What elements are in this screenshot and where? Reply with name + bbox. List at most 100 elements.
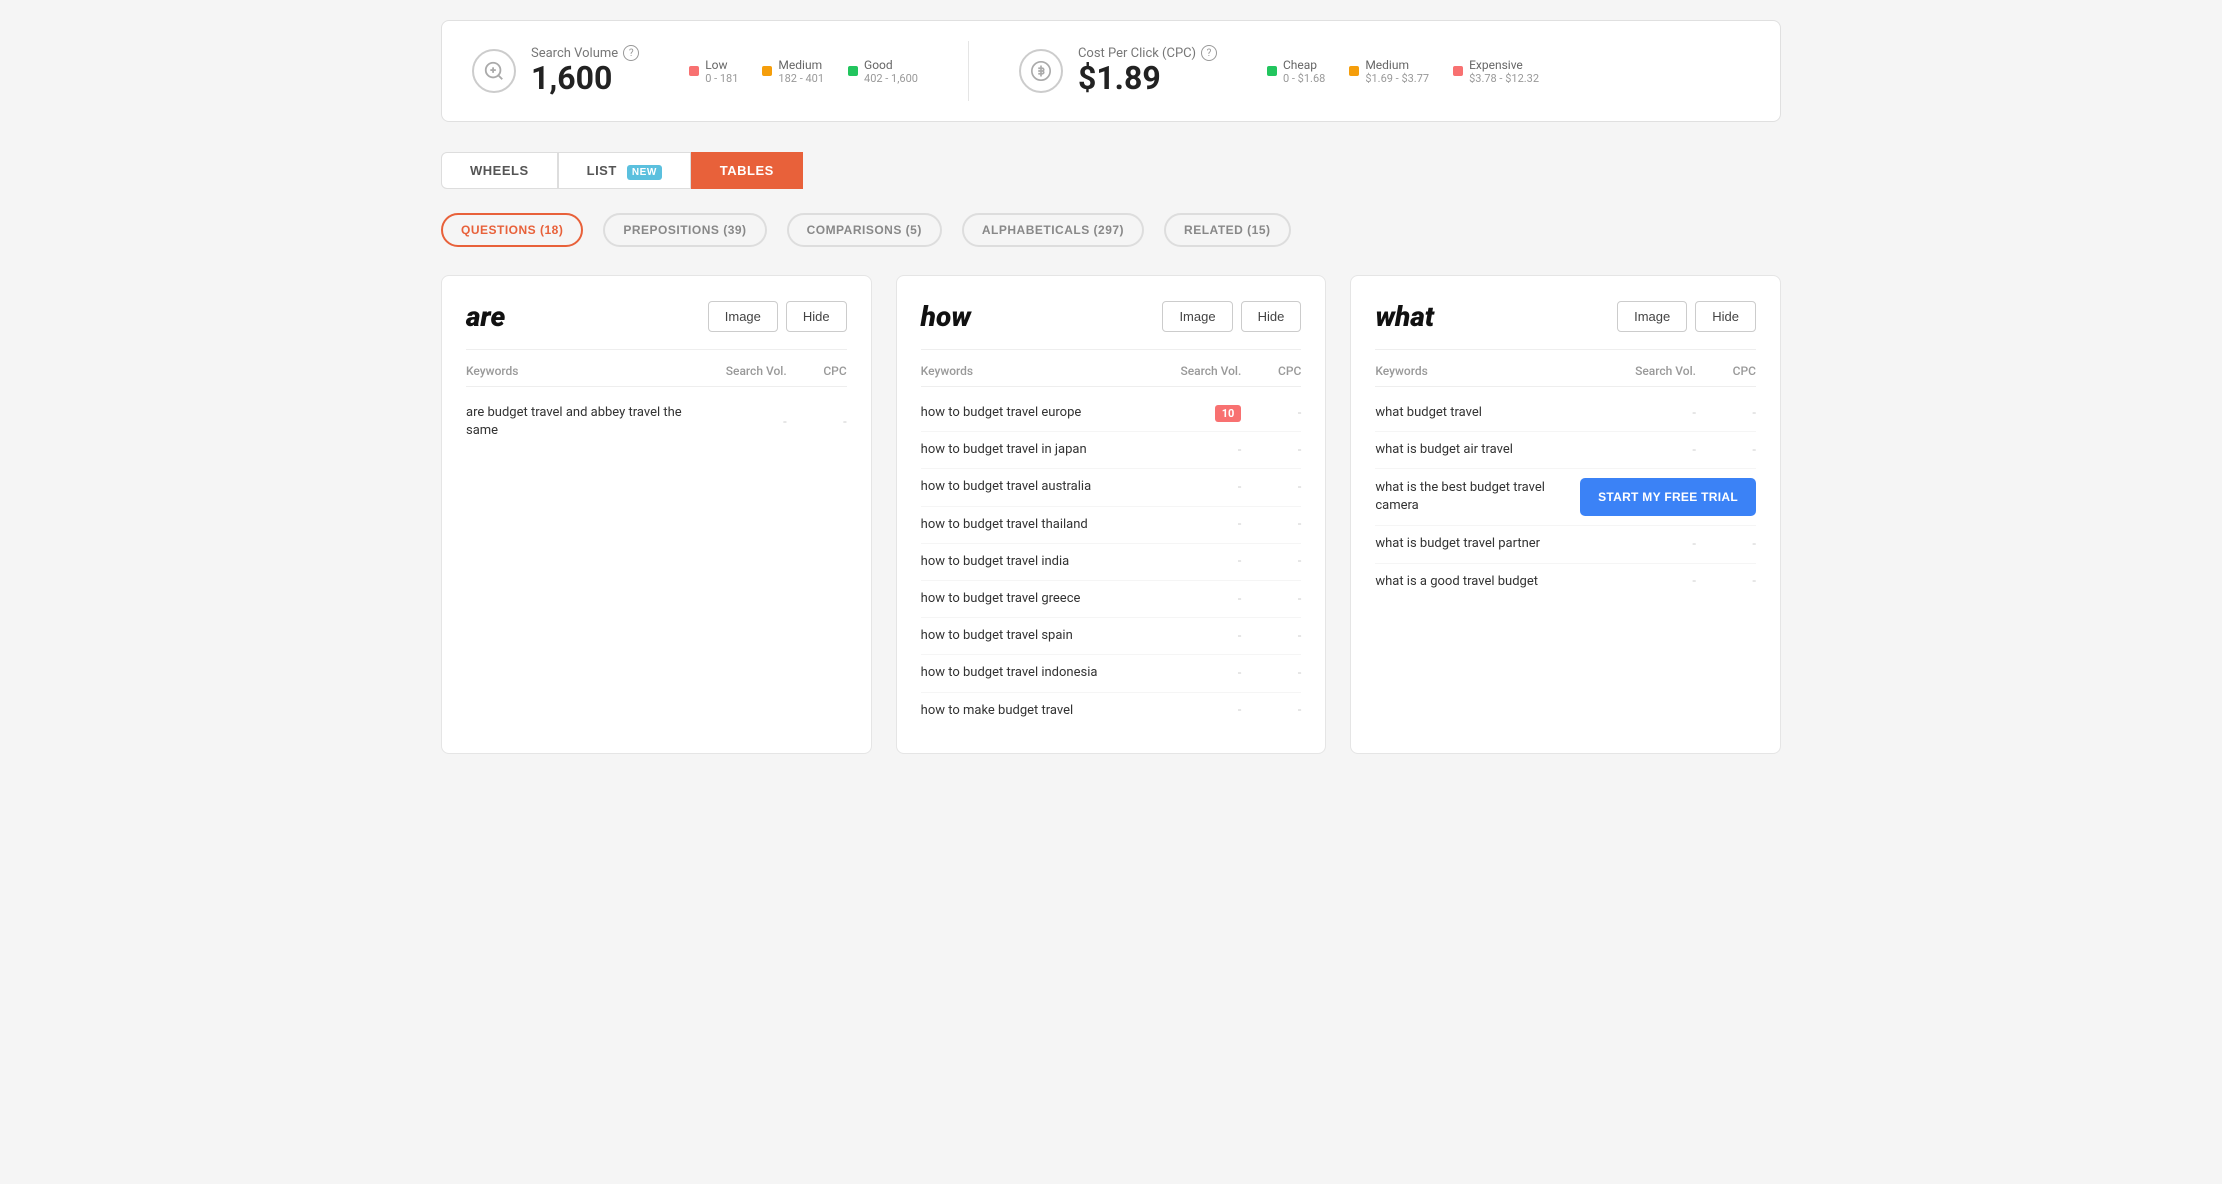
kw-text-what-3: what is budget travel partner [1375, 535, 1616, 553]
keyword-row-how-3: how to budget travel thailand - - [921, 507, 1302, 544]
new-badge: NEW [627, 165, 662, 180]
legend-expensive-dot [1453, 66, 1463, 76]
cat-alphabeticals[interactable]: ALPHABETICALS (297) [962, 213, 1144, 247]
kw-vol-what-3: - [1616, 537, 1696, 552]
card-what-image-btn[interactable]: Image [1617, 301, 1687, 332]
kw-cpc-how-0: - [1241, 406, 1301, 421]
col-cpc-label-how: CPC [1241, 364, 1301, 378]
search-volume-icon [472, 49, 516, 93]
card-how-title: how [921, 300, 971, 333]
kw-cpc-are-0: - [787, 415, 847, 430]
legend-medium-vol: Medium 182 - 401 [762, 58, 824, 85]
col-keyword-label-what: Keywords [1375, 364, 1616, 378]
kw-cpc-what-0: - [1696, 406, 1756, 421]
col-vol-label-are: Search Vol. [707, 364, 787, 378]
kw-text-what-0: what budget travel [1375, 404, 1616, 422]
kw-cpc-how-1: - [1241, 443, 1301, 458]
card-what-header: what Image Hide [1375, 300, 1756, 333]
card-what-title: what [1375, 300, 1434, 333]
legend-medium-cpc-dot [1349, 66, 1359, 76]
search-volume-info: Search Volume ? 1,600 [531, 45, 639, 96]
category-filters: QUESTIONS (18) PREPOSITIONS (39) COMPARI… [441, 213, 1781, 247]
kw-text-how-4: how to budget travel india [921, 553, 1162, 571]
card-what-table-header: Keywords Search Vol. CPC [1375, 364, 1756, 387]
kw-cpc-how-5: - [1241, 592, 1301, 607]
kw-vol-what-1: - [1616, 443, 1696, 458]
card-how: how Image Hide Keywords Search Vol. CPC … [896, 275, 1327, 754]
cat-prepositions[interactable]: PREPOSITIONS (39) [603, 213, 766, 247]
card-are-image-btn[interactable]: Image [708, 301, 778, 332]
card-are: are Image Hide Keywords Search Vol. CPC … [441, 275, 872, 754]
col-keyword-label-are: Keywords [466, 364, 707, 378]
search-volume-block: Search Volume ? 1,600 [472, 45, 639, 96]
kw-vol-how-1: - [1161, 443, 1241, 458]
stats-bar: Search Volume ? 1,600 Low 0 - 181 Medium… [441, 20, 1781, 122]
card-are-actions: Image Hide [708, 301, 847, 332]
kw-text-are-0: are budget travel and abbey travel the s… [466, 404, 707, 440]
search-volume-help-icon[interactable]: ? [623, 45, 639, 61]
card-how-hide-btn[interactable]: Hide [1241, 301, 1302, 332]
legend-low: Low 0 - 181 [689, 58, 738, 85]
legend-good-dot [848, 66, 858, 76]
legend-good: Good 402 - 1,600 [848, 58, 918, 85]
cards-grid: are Image Hide Keywords Search Vol. CPC … [441, 275, 1781, 754]
keyword-row-what-1: what is budget air travel - - [1375, 432, 1756, 469]
card-how-header: how Image Hide [921, 300, 1302, 333]
keyword-row-what-2-cta: what is the best budget travel camera ST… [1375, 469, 1756, 526]
search-volume-legend: Low 0 - 181 Medium 182 - 401 Good 402 - … [689, 58, 918, 85]
kw-cpc-how-4: - [1241, 554, 1301, 569]
kw-cpc-what-1: - [1696, 443, 1756, 458]
legend-cheap-dot [1267, 66, 1277, 76]
card-are-title: are [466, 300, 505, 333]
kw-cpc-how-8: - [1241, 703, 1301, 718]
keyword-row-how-6: how to budget travel spain - - [921, 618, 1302, 655]
keyword-row-how-0: how to budget travel europe 10 - [921, 395, 1302, 432]
legend-low-dot [689, 66, 699, 76]
kw-text-how-3: how to budget travel thailand [921, 516, 1162, 534]
card-what-actions: Image Hide [1617, 301, 1756, 332]
kw-cpc-how-2: - [1241, 480, 1301, 495]
kw-vol-how-2: - [1161, 480, 1241, 495]
legend-cheap: Cheap 0 - $1.68 [1267, 58, 1325, 85]
kw-text-what-1: what is budget air travel [1375, 441, 1616, 459]
cat-comparisons[interactable]: COMPARISONS (5) [787, 213, 942, 247]
vol-badge-how-0: 10 [1215, 405, 1242, 422]
keyword-row-how-8: how to make budget travel - - [921, 693, 1302, 729]
card-how-table-header: Keywords Search Vol. CPC [921, 364, 1302, 387]
card-are-hide-btn[interactable]: Hide [786, 301, 847, 332]
search-volume-value: 1,600 [531, 61, 639, 96]
card-what-hide-btn[interactable]: Hide [1695, 301, 1756, 332]
kw-text-how-0: how to budget travel europe [921, 404, 1162, 422]
cat-related[interactable]: RELATED (15) [1164, 213, 1290, 247]
card-what: what Image Hide Keywords Search Vol. CPC… [1350, 275, 1781, 754]
card-how-image-btn[interactable]: Image [1162, 301, 1232, 332]
start-free-trial-btn[interactable]: START MY FREE TRIAL [1580, 478, 1756, 516]
tab-wheels[interactable]: WHEELS [441, 152, 558, 189]
kw-vol-how-0: 10 [1161, 405, 1241, 422]
stats-divider [968, 41, 969, 101]
card-how-divider [921, 349, 1302, 350]
kw-text-how-8: how to make budget travel [921, 702, 1162, 720]
kw-text-what-2: what is the best budget travel camera [1375, 479, 1570, 515]
tab-tables[interactable]: TABLES [691, 152, 803, 189]
kw-vol-what-0: - [1616, 406, 1696, 421]
kw-cpc-how-7: - [1241, 666, 1301, 681]
keyword-row-how-1: how to budget travel in japan - - [921, 432, 1302, 469]
keyword-row-what-0: what budget travel - - [1375, 395, 1756, 432]
kw-vol-how-7: - [1161, 666, 1241, 681]
keyword-row-how-5: how to budget travel greece - - [921, 581, 1302, 618]
cat-questions[interactable]: QUESTIONS (18) [441, 213, 583, 247]
keyword-row-what-3: what is budget travel partner - - [1375, 526, 1756, 563]
col-vol-label-what: Search Vol. [1616, 364, 1696, 378]
kw-cpc-what-4: - [1696, 574, 1756, 589]
tab-list[interactable]: LIST NEW [558, 152, 691, 189]
legend-medium-cpc: Medium $1.69 - $3.77 [1349, 58, 1429, 85]
keyword-row-are-0: are budget travel and abbey travel the s… [466, 395, 847, 449]
cpc-help-icon[interactable]: ? [1201, 45, 1217, 61]
keyword-row-how-2: how to budget travel australia - - [921, 469, 1302, 506]
card-are-divider [466, 349, 847, 350]
cpc-info: Cost Per Click (CPC) ? $1.89 [1078, 45, 1217, 96]
kw-text-how-5: how to budget travel greece [921, 590, 1162, 608]
card-what-divider [1375, 349, 1756, 350]
kw-text-how-2: how to budget travel australia [921, 478, 1162, 496]
